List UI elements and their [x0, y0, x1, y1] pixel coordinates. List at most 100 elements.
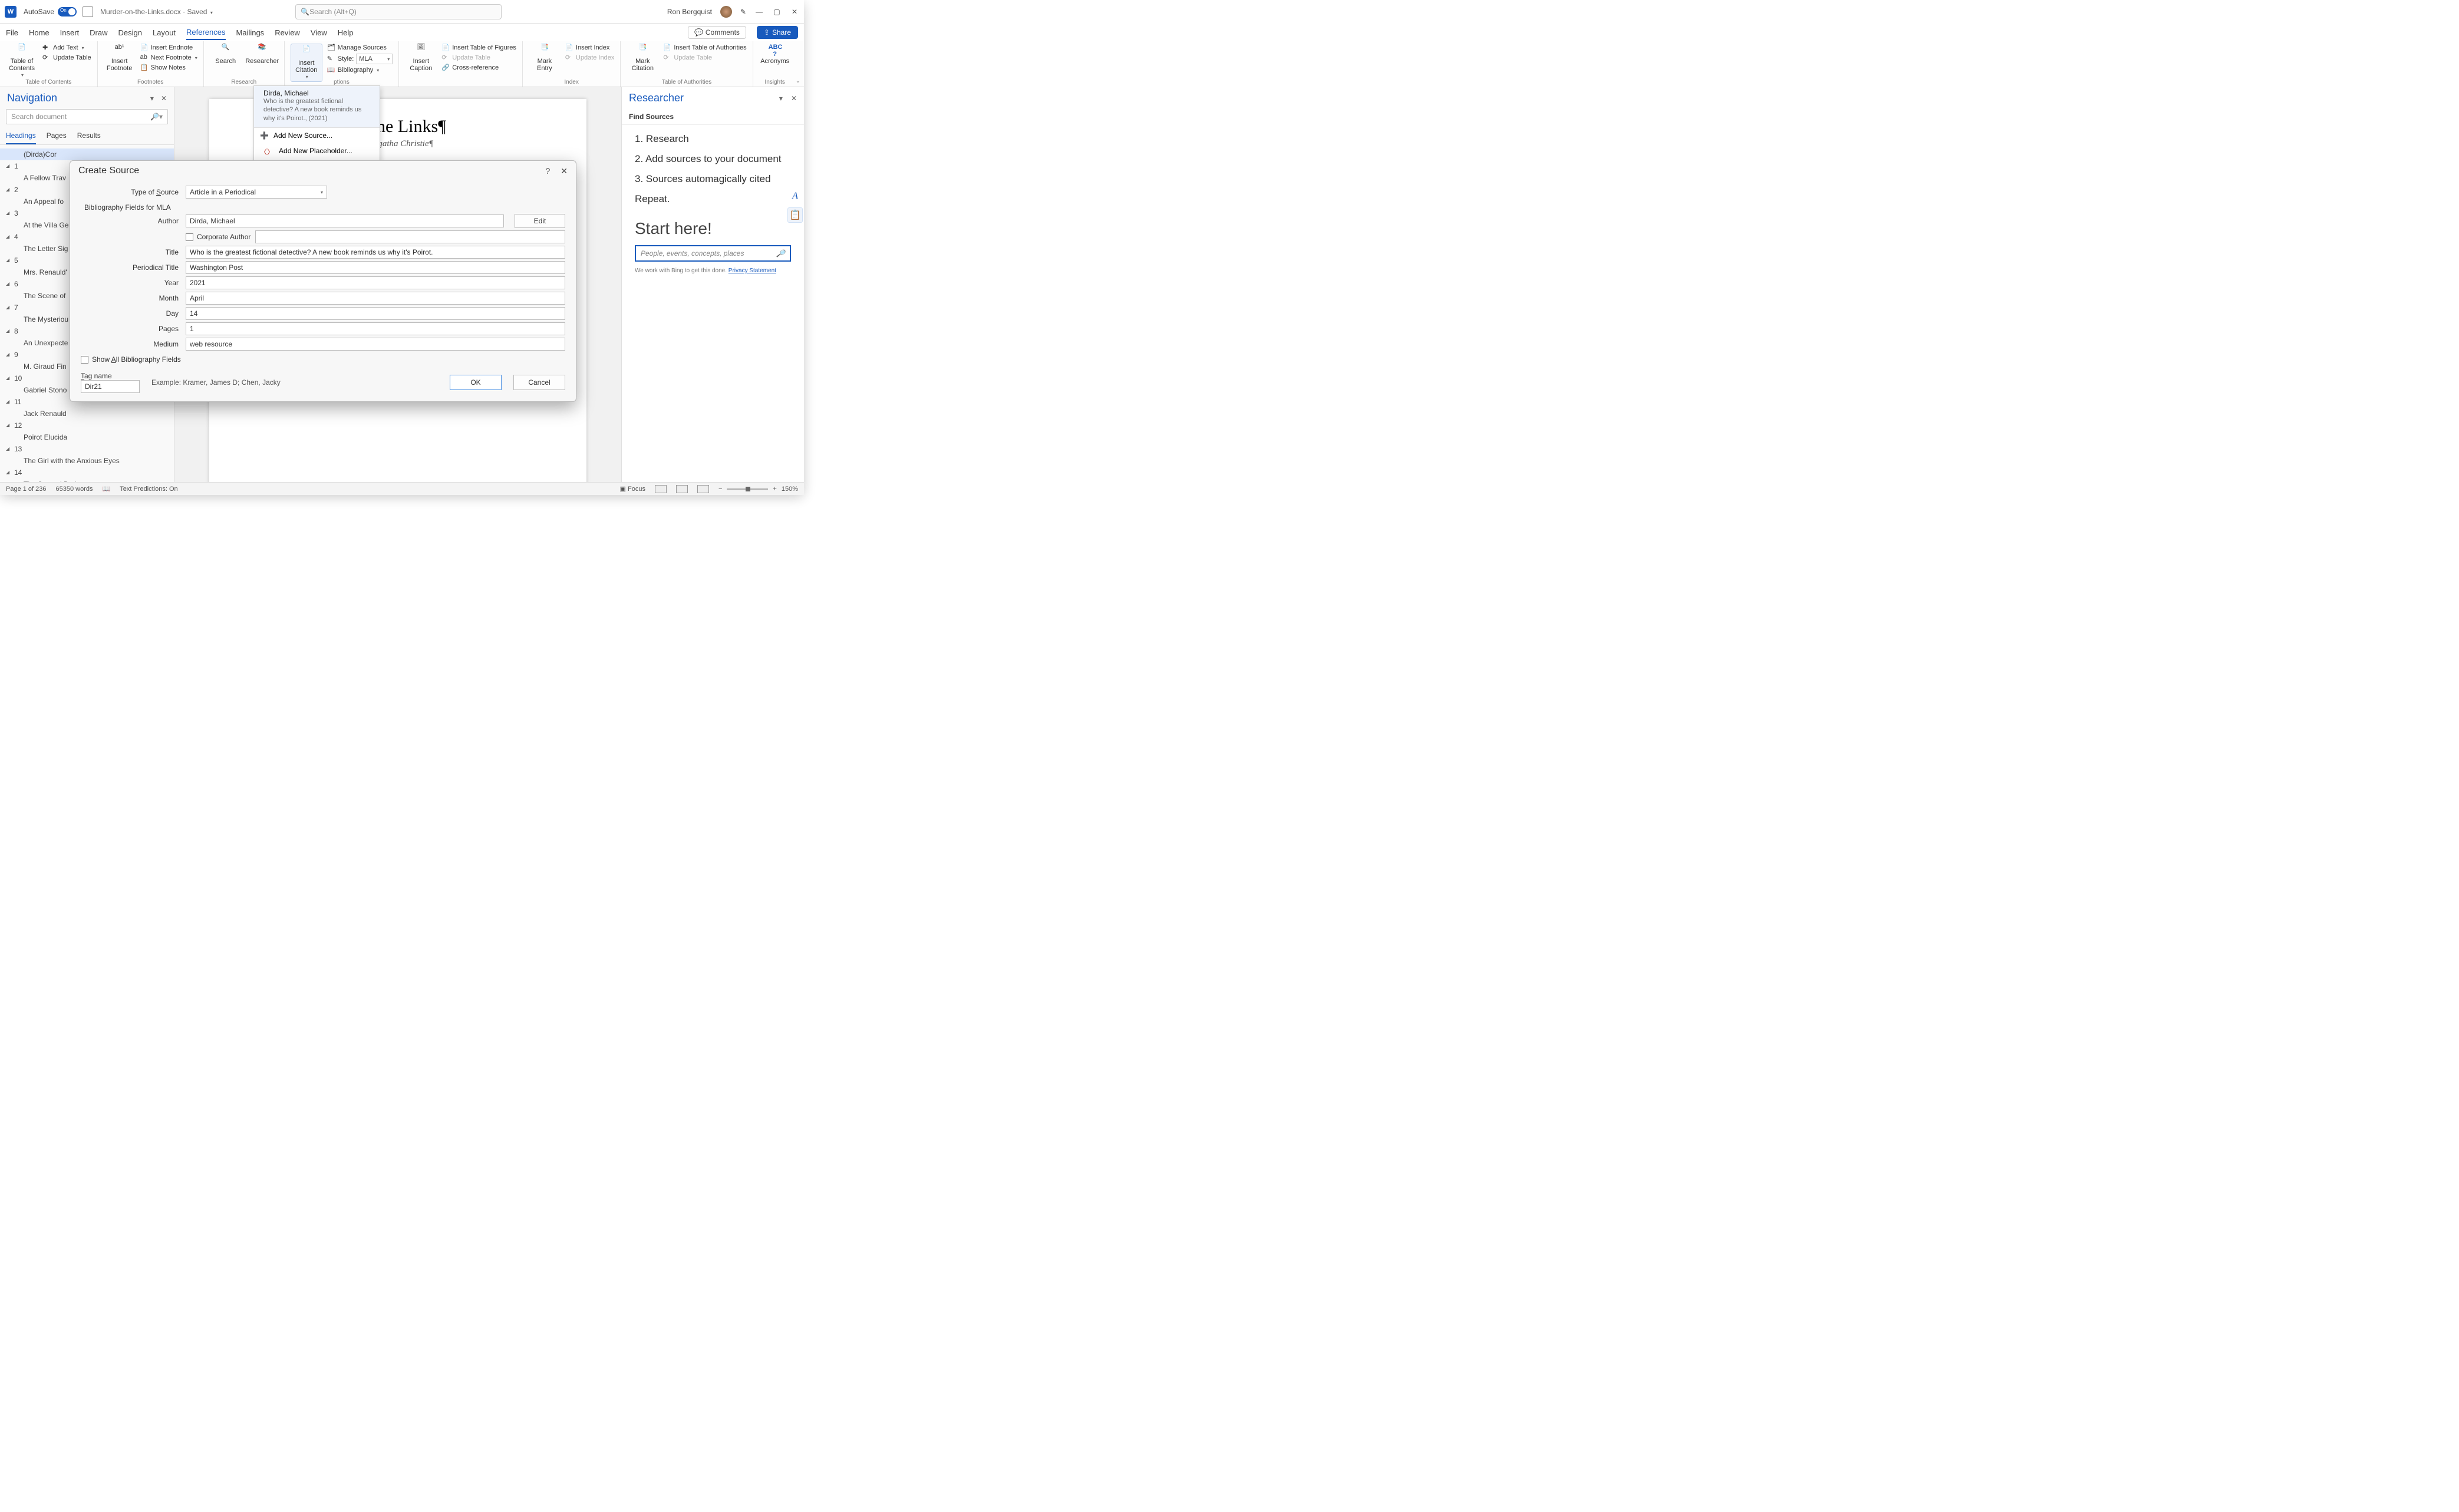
tag-name-input[interactable]: Dir21	[81, 380, 140, 393]
nav-close-icon[interactable]: ✕	[161, 94, 167, 103]
close-button[interactable]: ✕	[790, 7, 799, 16]
corporate-author-checkbox[interactable]: Corporate Author	[186, 233, 250, 241]
document-name[interactable]: Murder-on-the-Links.docx · Saved ▾	[100, 8, 213, 16]
status-predictions[interactable]: Text Predictions: On	[120, 486, 177, 493]
insert-toa-button[interactable]: 📄Insert Table of Authorities	[663, 44, 746, 52]
focus-mode-button[interactable]: ▣ Focus	[620, 485, 645, 493]
add-new-source-item[interactable]: ➕Add New Source...	[254, 128, 380, 143]
zoom-in-icon[interactable]: +	[773, 486, 776, 493]
smart-lookup-button[interactable]: 🔍Search	[210, 44, 242, 65]
save-icon[interactable]	[83, 6, 93, 17]
ok-button[interactable]: OK	[450, 375, 502, 390]
nav-heading-item[interactable]: 14	[0, 467, 174, 478]
maximize-button[interactable]: ▢	[772, 7, 782, 16]
dialog-close-icon[interactable]: ✕	[561, 166, 568, 176]
minimize-button[interactable]: —	[754, 7, 764, 16]
mark-entry-button[interactable]: 📑Mark Entry	[529, 44, 561, 72]
view-print-icon[interactable]	[676, 485, 688, 493]
acronyms-button[interactable]: ABC?Acronyms	[759, 44, 791, 65]
menu-insert[interactable]: Insert	[60, 26, 80, 39]
manage-sources-button[interactable]: 🗂Manage Sources	[327, 44, 393, 52]
pen-icon[interactable]: ✎	[740, 8, 746, 16]
table-of-contents-button[interactable]: 📄 Table of Contents▾	[6, 44, 38, 78]
nav-heading-item[interactable]: Jack Renauld	[0, 408, 174, 420]
clipboard-icon[interactable]: 📋	[787, 207, 803, 223]
mark-citation-button[interactable]: 📑Mark Citation	[627, 44, 658, 72]
nav-options-icon[interactable]: ▾	[150, 94, 154, 103]
show-notes-button[interactable]: 📋Show Notes	[140, 64, 197, 72]
view-read-icon[interactable]	[655, 485, 667, 493]
insert-index-button[interactable]: 📄Insert Index	[565, 44, 614, 52]
insert-citation-menu: Dirda, Michael Who is the greatest ficti…	[253, 85, 380, 161]
medium-input[interactable]: web resource	[186, 338, 565, 351]
nav-tab-results[interactable]: Results	[77, 128, 101, 144]
user-name[interactable]: Ron Bergquist	[667, 8, 712, 16]
title-input[interactable]: Who is the greatest fictional detective?…	[186, 246, 565, 259]
menu-view[interactable]: View	[311, 26, 327, 39]
zoom-out-icon[interactable]: −	[718, 486, 722, 493]
nav-heading-item[interactable]: 13	[0, 443, 174, 455]
periodical-input[interactable]: Washington Post	[186, 261, 565, 274]
menu-home[interactable]: Home	[29, 26, 50, 39]
add-text-button[interactable]: ✚Add Text▾	[42, 44, 91, 52]
menu-review[interactable]: Review	[275, 26, 300, 39]
nav-tab-headings[interactable]: Headings	[6, 128, 36, 144]
insert-footnote-button[interactable]: ab¹ Insert Footnote	[104, 44, 136, 72]
nav-heading-item[interactable]: Poirot Elucida	[0, 431, 174, 443]
privacy-link[interactable]: Privacy Statement	[729, 268, 776, 274]
menu-help[interactable]: Help	[338, 26, 354, 39]
day-input[interactable]: 14	[186, 307, 565, 320]
menu-draw[interactable]: Draw	[90, 26, 107, 39]
corporate-author-input[interactable]	[255, 230, 565, 243]
status-words[interactable]: 65350 words	[56, 486, 93, 493]
pages-input[interactable]: 1	[186, 322, 565, 335]
add-new-placeholder-item[interactable]: 〈〉Add New Placeholder...	[254, 143, 380, 160]
researcher-search-input[interactable]: People, events, concepts, places 🔎	[635, 245, 791, 262]
menu-mailings[interactable]: Mailings	[236, 26, 265, 39]
cancel-button[interactable]: Cancel	[513, 375, 565, 390]
nav-heading-item[interactable]: (Dirda)Cor	[0, 148, 174, 160]
edit-author-button[interactable]: Edit	[515, 214, 565, 228]
editor-styles-icon[interactable]: A	[787, 189, 803, 204]
insert-citation-button[interactable]: 📄Insert Citation▾	[291, 44, 322, 82]
year-input[interactable]: 2021	[186, 276, 565, 289]
nav-heading-item[interactable]: 12	[0, 420, 174, 431]
zoom-control[interactable]: − + 150%	[718, 486, 798, 493]
month-input[interactable]: April	[186, 292, 565, 305]
next-footnote-button[interactable]: abNext Footnote▾	[140, 54, 197, 62]
menu-design[interactable]: Design	[118, 26, 142, 39]
nav-search-input[interactable]: Search document 🔎▾	[6, 109, 168, 124]
author-input[interactable]: Dirda, Michael	[186, 214, 504, 227]
view-web-icon[interactable]	[697, 485, 709, 493]
menu-references[interactable]: References	[186, 25, 225, 40]
type-of-source-select[interactable]: Article in a Periodical▾	[186, 186, 327, 199]
comments-button[interactable]: 💬Comments	[688, 26, 746, 39]
autosave-toggle[interactable]: AutoSave On	[24, 7, 77, 16]
spellcheck-icon[interactable]: 📖	[103, 485, 111, 493]
nav-heading-item[interactable]: The Girl with the Anxious Eyes	[0, 455, 174, 467]
bibliography-button[interactable]: 📖Bibliography▾	[327, 66, 393, 74]
dialog-help-icon[interactable]: ?	[545, 166, 550, 176]
cross-reference-button[interactable]: 🔗Cross-reference	[441, 64, 516, 72]
researcher-options-icon[interactable]: ▾	[779, 94, 783, 103]
menu-file[interactable]: File	[6, 26, 18, 39]
insert-table-of-figures-button[interactable]: 📄Insert Table of Figures	[441, 44, 516, 52]
update-toc-button[interactable]: ⟳Update Table	[42, 54, 91, 62]
nav-tab-pages[interactable]: Pages	[47, 128, 67, 144]
insert-caption-button[interactable]: 🖼Insert Caption	[405, 44, 437, 72]
researcher-close-icon[interactable]: ✕	[791, 94, 797, 103]
show-all-fields-checkbox[interactable]: Show All Bibliography Fields	[81, 355, 181, 364]
share-button[interactable]: ⇪Share	[757, 26, 798, 39]
ribbon-collapse-icon[interactable]: ⌄	[796, 78, 800, 84]
user-avatar-icon[interactable]	[720, 6, 732, 18]
citation-style-select[interactable]: ✎Style: MLA▾	[327, 54, 393, 64]
insert-endnote-button[interactable]: 📄Insert Endnote	[140, 44, 197, 52]
zoom-slider[interactable]	[727, 488, 768, 490]
citation-source-item[interactable]: Dirda, Michael Who is the greatest ficti…	[254, 86, 380, 127]
tell-me-search[interactable]: 🔍 Search (Alt+Q)	[295, 4, 502, 19]
researcher-button[interactable]: 📚Researcher	[246, 44, 278, 65]
status-page[interactable]: Page 1 of 236	[6, 486, 47, 493]
menu-layout[interactable]: Layout	[153, 26, 176, 39]
zoom-value[interactable]: 150%	[782, 486, 798, 493]
toggle-switch-icon[interactable]: On	[58, 7, 77, 16]
